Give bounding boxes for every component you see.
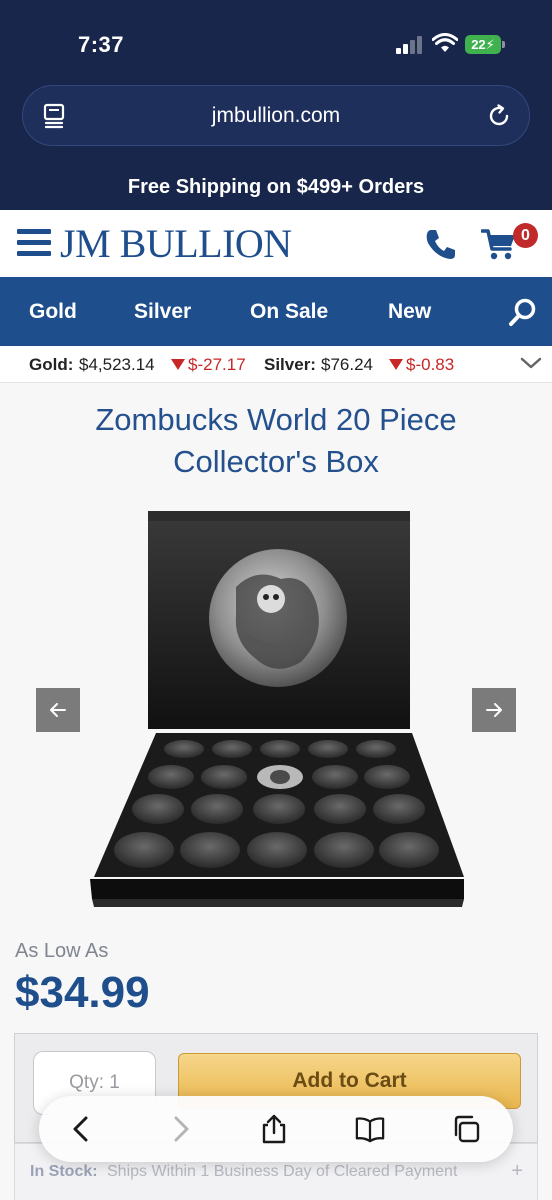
next-image-button[interactable] <box>472 688 516 732</box>
bookmarks-icon[interactable] <box>355 1114 385 1144</box>
arrow-right-icon <box>486 703 502 717</box>
cellular-signal-icon <box>396 36 424 54</box>
back-icon[interactable] <box>67 1114 97 1144</box>
reload-icon[interactable] <box>486 103 512 129</box>
product-image <box>90 511 464 907</box>
chevron-down-icon[interactable] <box>520 356 542 370</box>
gold-down-arrow-icon <box>171 359 185 370</box>
silver-spot-price: $76.24 <box>321 355 373 374</box>
nav-item-on-sale[interactable]: On Sale <box>250 300 328 324</box>
browser-toolbar <box>39 1096 513 1162</box>
battery-level: 22 <box>471 37 486 52</box>
product-price: $34.99 <box>15 968 150 1017</box>
wifi-icon <box>432 33 458 52</box>
arrow-left-icon <box>50 703 66 717</box>
product-title: Zombucks World 20 Piece Collector's Box <box>95 402 457 479</box>
silver-spot-change: $-0.83 <box>406 355 455 374</box>
stock-status-text: Ships Within 1 Business Day of Cleared P… <box>107 1163 458 1180</box>
category-nav: Gold Silver On Sale New <box>0 277 552 346</box>
nav-item-new[interactable]: New <box>388 300 431 324</box>
product-page: Zombucks World 20 Piece Collector's Box <box>0 383 552 1200</box>
nav-item-silver[interactable]: Silver <box>134 300 191 324</box>
site-logo[interactable]: JM BULLION <box>60 220 292 267</box>
site-header: JM BULLION 0 <box>0 210 552 277</box>
previous-image-button[interactable] <box>36 688 80 732</box>
battery-indicator: 22⚡ <box>465 35 505 54</box>
stock-status-label: In Stock: <box>30 1163 98 1180</box>
gold-spot-change: $-27.17 <box>188 355 246 374</box>
phone-icon[interactable] <box>424 227 458 261</box>
cart-count-badge[interactable]: 0 <box>513 223 538 248</box>
url-text[interactable]: jmbullion.com <box>23 104 529 128</box>
status-time: 7:37 <box>78 32 125 57</box>
nav-item-gold[interactable]: Gold <box>29 300 77 324</box>
as-low-as-label: As Low As <box>15 940 109 962</box>
expand-plus-icon[interactable]: + <box>511 1160 523 1183</box>
silver-spot-label: Silver: <box>264 355 316 374</box>
gold-spot-label: Gold: <box>29 355 74 374</box>
share-icon[interactable] <box>259 1114 289 1144</box>
browser-chrome: 7:37 22⚡ jmbullion.com Free Shipping on … <box>0 0 552 210</box>
spot-price-ticker[interactable]: Gold: $4,523.14 $-27.17 Silver: $76.24 $… <box>0 346 552 383</box>
address-bar[interactable]: jmbullion.com <box>22 85 530 146</box>
gold-spot-price: $4,523.14 <box>79 355 155 374</box>
search-icon[interactable] <box>508 297 538 327</box>
tabs-overview-icon[interactable] <box>451 1114 481 1144</box>
hamburger-icon[interactable] <box>17 229 51 257</box>
forward-icon[interactable] <box>165 1114 195 1144</box>
silver-down-arrow-icon <box>389 359 403 370</box>
free-shipping-banner[interactable]: Free Shipping on $499+ Orders <box>0 176 552 199</box>
cart-icon[interactable] <box>481 227 517 261</box>
